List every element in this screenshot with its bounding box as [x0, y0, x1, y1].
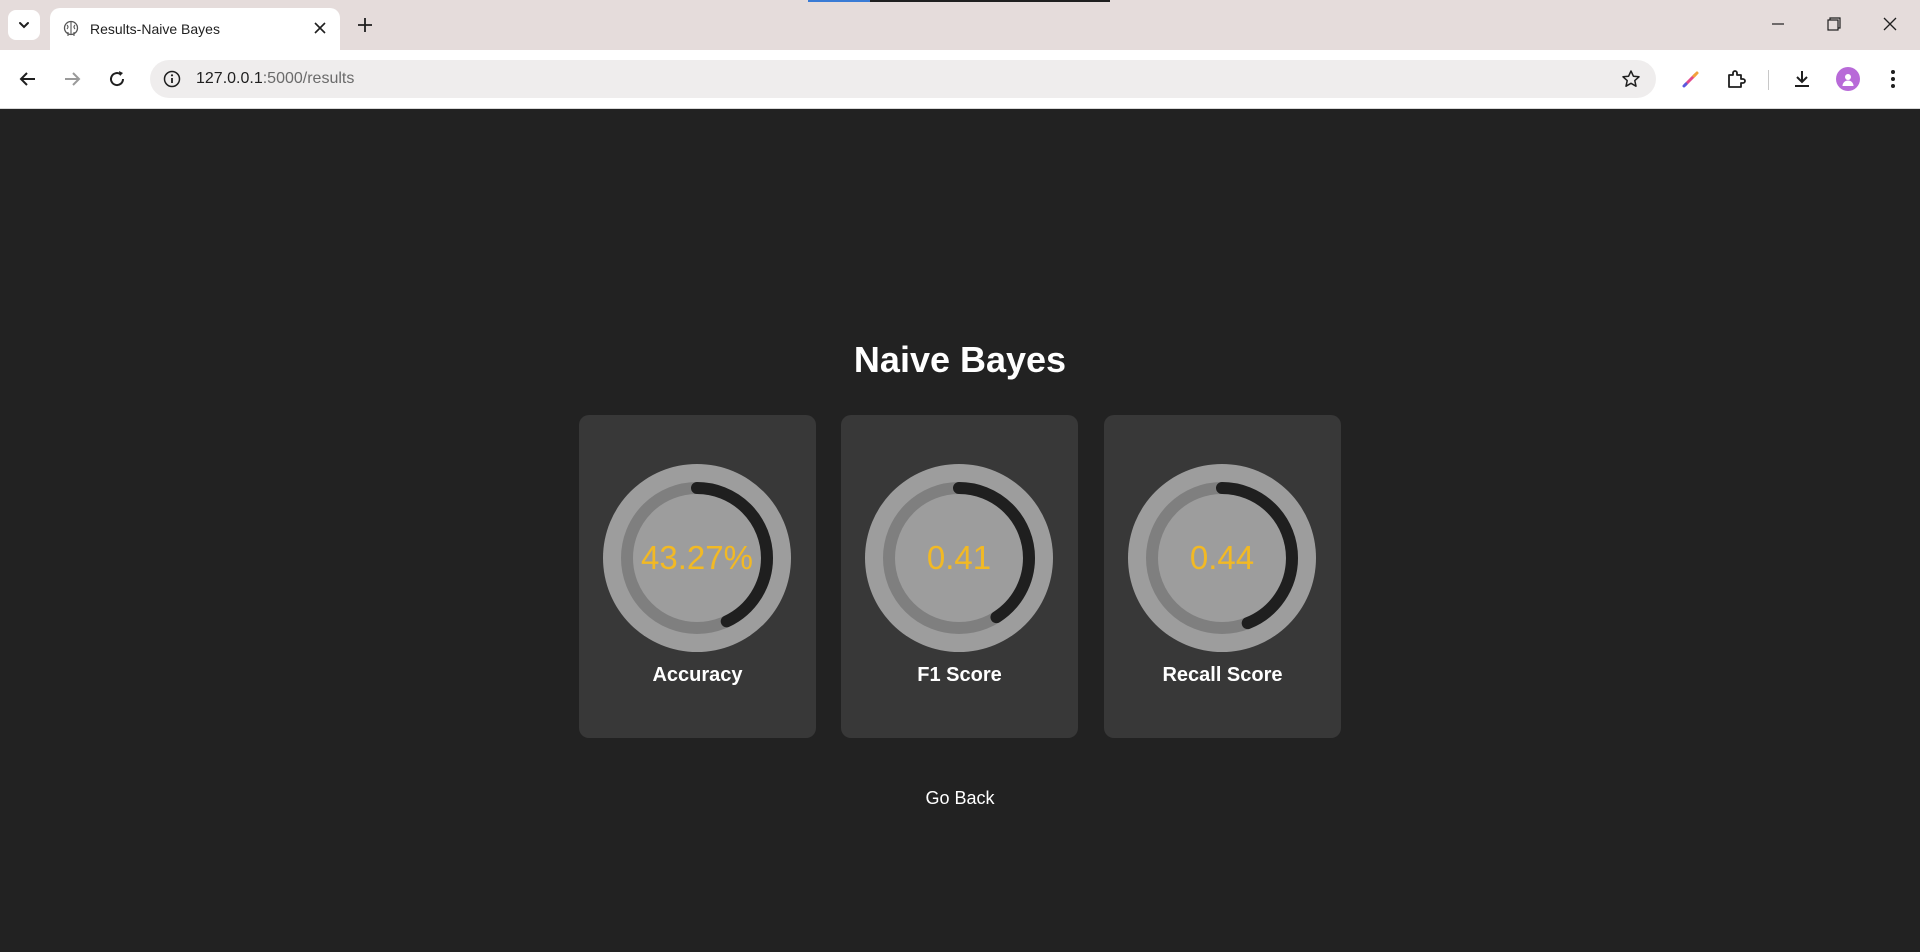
reload-button[interactable]	[101, 63, 133, 95]
toolbar-separator	[1768, 70, 1769, 90]
forward-button[interactable]	[56, 63, 88, 95]
extensions-icon	[1728, 70, 1746, 88]
browser-toolbar: 127.0.0.1:5000/results	[0, 50, 1920, 109]
url-host: 127.0.0.1	[196, 70, 263, 87]
back-icon	[19, 72, 35, 86]
site-info-button[interactable]	[160, 67, 184, 91]
brain-favicon-icon	[63, 20, 79, 36]
site-info-icon	[163, 70, 181, 88]
results-page: Naive Bayes 43.27% Accuracy 0.41 F1 Scor…	[0, 109, 1920, 952]
recall-value: 0.44	[1189, 539, 1255, 576]
person-icon	[1842, 74, 1854, 86]
reload-icon	[110, 71, 125, 87]
url-path: :5000/results	[262, 70, 355, 87]
accuracy-label: Accuracy	[652, 664, 743, 686]
address-bar[interactable]: 127.0.0.1:5000/results	[150, 60, 1656, 98]
new-tab-button[interactable]	[352, 12, 378, 38]
metric-card-f1: 0.41 F1 Score	[841, 415, 1078, 738]
metric-cards: 43.27% Accuracy 0.41 F1 Score 0.44 Recal…	[579, 415, 1341, 738]
accuracy-value: 43.27%	[641, 539, 753, 576]
star-icon	[1622, 70, 1640, 87]
tab-list-button[interactable]	[8, 10, 40, 40]
bookmark-button[interactable]	[1620, 68, 1642, 90]
downloads-button[interactable]	[1787, 64, 1817, 94]
profile-avatar	[1836, 67, 1860, 91]
f1-value: 0.41	[926, 539, 992, 576]
close-window-button[interactable]	[1862, 0, 1918, 48]
pen-extension-button[interactable]	[1676, 64, 1706, 94]
restore-button[interactable]	[1806, 0, 1862, 48]
page-title: Naive Bayes	[853, 339, 1067, 380]
top-indicator-accent	[808, 0, 870, 2]
back-button[interactable]	[12, 63, 44, 95]
active-tab[interactable]: Results-Naive Bayes	[50, 8, 340, 50]
f1-label: F1 Score	[917, 664, 1002, 686]
minimize-icon	[1772, 23, 1784, 25]
go-back-link[interactable]: Go Back	[925, 788, 994, 808]
more-icon	[1891, 70, 1895, 88]
plus-icon	[358, 18, 372, 32]
profile-button[interactable]	[1833, 64, 1863, 94]
close-icon	[314, 22, 326, 34]
go-back-container: Go Back	[0, 788, 1920, 809]
menu-button[interactable]	[1878, 64, 1908, 94]
pen-icon	[1682, 71, 1699, 88]
metric-card-recall: 0.44 Recall Score	[1104, 415, 1341, 738]
recall-label: Recall Score	[1162, 664, 1283, 686]
restore-icon	[1827, 17, 1841, 31]
url-text: 127.0.0.1:5000/results	[196, 70, 354, 88]
close-icon	[1883, 17, 1897, 31]
forward-icon	[65, 72, 81, 86]
minimize-button[interactable]	[1750, 0, 1806, 48]
tab-close-button[interactable]	[310, 18, 330, 38]
tab-list-icon	[19, 22, 29, 29]
extensions-button[interactable]	[1721, 64, 1751, 94]
metric-card-accuracy: 43.27% Accuracy	[579, 415, 816, 738]
download-icon	[1795, 71, 1809, 87]
tab-strip: Results-Naive Bayes	[0, 0, 1920, 50]
tab-title: Results-Naive Bayes	[90, 21, 220, 37]
